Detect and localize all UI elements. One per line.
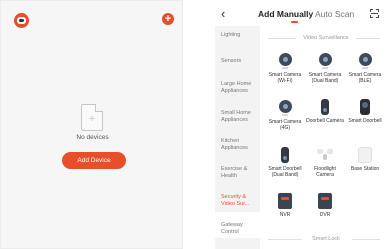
section-title-smart-lock: Smart Lock (312, 236, 340, 242)
home-screen: + + No devices Add Device (0, 0, 183, 249)
add-plus-button[interactable]: + (162, 13, 174, 25)
device-label: Smart Camera (Dual Band) (308, 72, 342, 84)
device-label: Floodlight Camera (314, 166, 336, 178)
category-sidebar: Lighting Sensors Large Home Appliances S… (215, 26, 260, 249)
back-icon[interactable]: ‹ (221, 7, 225, 21)
device-nvr[interactable]: NVR (266, 193, 304, 218)
section-title-video-surveillance: Video Surveillance (303, 35, 349, 41)
doorbell-icon (281, 147, 289, 163)
empty-document-icon: + (81, 104, 103, 131)
nvr-icon (278, 193, 292, 209)
device-label: Smart Camera (BLE) (348, 72, 382, 84)
sidebar-item-exercise-health[interactable]: Exercise & Health (221, 166, 261, 180)
device-smart-camera-wifi[interactable]: Smart Camera (Wi-Fi) (266, 52, 304, 84)
avatar[interactable] (14, 13, 29, 28)
device-floodlight-camera[interactable]: Floodlight Camera (306, 147, 344, 178)
camera-icon (278, 100, 292, 113)
camera-icon (318, 53, 332, 66)
device-label: DVR (319, 212, 331, 218)
camera-icon (278, 53, 292, 66)
tab-add-manually[interactable]: Add Manually (258, 9, 313, 19)
tab-auto-scan[interactable]: Auto Scan (315, 9, 354, 19)
device-doorbell-camera[interactable]: Doorbell Camera (306, 99, 344, 124)
sidebar-item-lighting[interactable]: Lighting (221, 32, 261, 39)
section-divider-right (352, 239, 380, 240)
section-divider-left (268, 38, 296, 39)
active-tab-indicator (291, 21, 298, 23)
device-smart-camera-dual-band[interactable]: Smart Camera (Dual Band) (306, 52, 344, 84)
sidebar-item-small-home-appliances[interactable]: Small Home Appliances (221, 110, 261, 124)
device-label: NVR (279, 212, 291, 218)
floodlight-icon (317, 147, 333, 161)
dvr-icon (318, 193, 332, 209)
doorbell-icon (321, 99, 329, 115)
no-devices-text: No devices (76, 134, 109, 141)
device-smart-doorbell-dual-band[interactable]: Smart Doorbell (Dual Band) (266, 147, 304, 178)
doorbell-icon (360, 99, 370, 115)
device-label: Smart Camera (4G) (268, 119, 302, 131)
device-smart-camera-ble[interactable]: Smart Camera (BLE) (346, 52, 384, 84)
device-label: Smart Camera (Wi-Fi) (268, 72, 302, 84)
scan-icon[interactable] (370, 9, 379, 18)
sidebar-item-security-video[interactable]: Security & Video Sur... (221, 194, 261, 208)
section-divider-right (356, 38, 380, 39)
device-label: Base Station (350, 166, 380, 172)
device-label: Smart Doorbell (348, 118, 382, 124)
mascot-eye (19, 19, 24, 22)
device-base-station[interactable]: Base Station (346, 147, 384, 172)
base-station-icon (358, 147, 372, 163)
add-device-button[interactable]: Add Device (62, 152, 126, 169)
device-dvr[interactable]: DVR (306, 193, 344, 218)
sidebar-item-sensors[interactable]: Sensors (221, 58, 261, 65)
section-divider-left (268, 239, 302, 240)
device-smart-camera-4g[interactable]: Smart Camera (4G) (266, 99, 304, 131)
device-label: Doorbell Camera (306, 118, 344, 124)
sidebar-item-gateway-control[interactable]: Gateway Control (221, 222, 261, 236)
sidebar-item-kitchen-appliances[interactable]: Kitchen Appliances (221, 138, 261, 152)
device-label: Smart Doorbell (Dual Band) (268, 166, 302, 178)
camera-icon (358, 53, 372, 66)
sidebar-item-large-home-appliances[interactable]: Large Home Appliances (221, 81, 261, 95)
device-smart-doorbell[interactable]: Smart Doorbell (346, 99, 384, 124)
